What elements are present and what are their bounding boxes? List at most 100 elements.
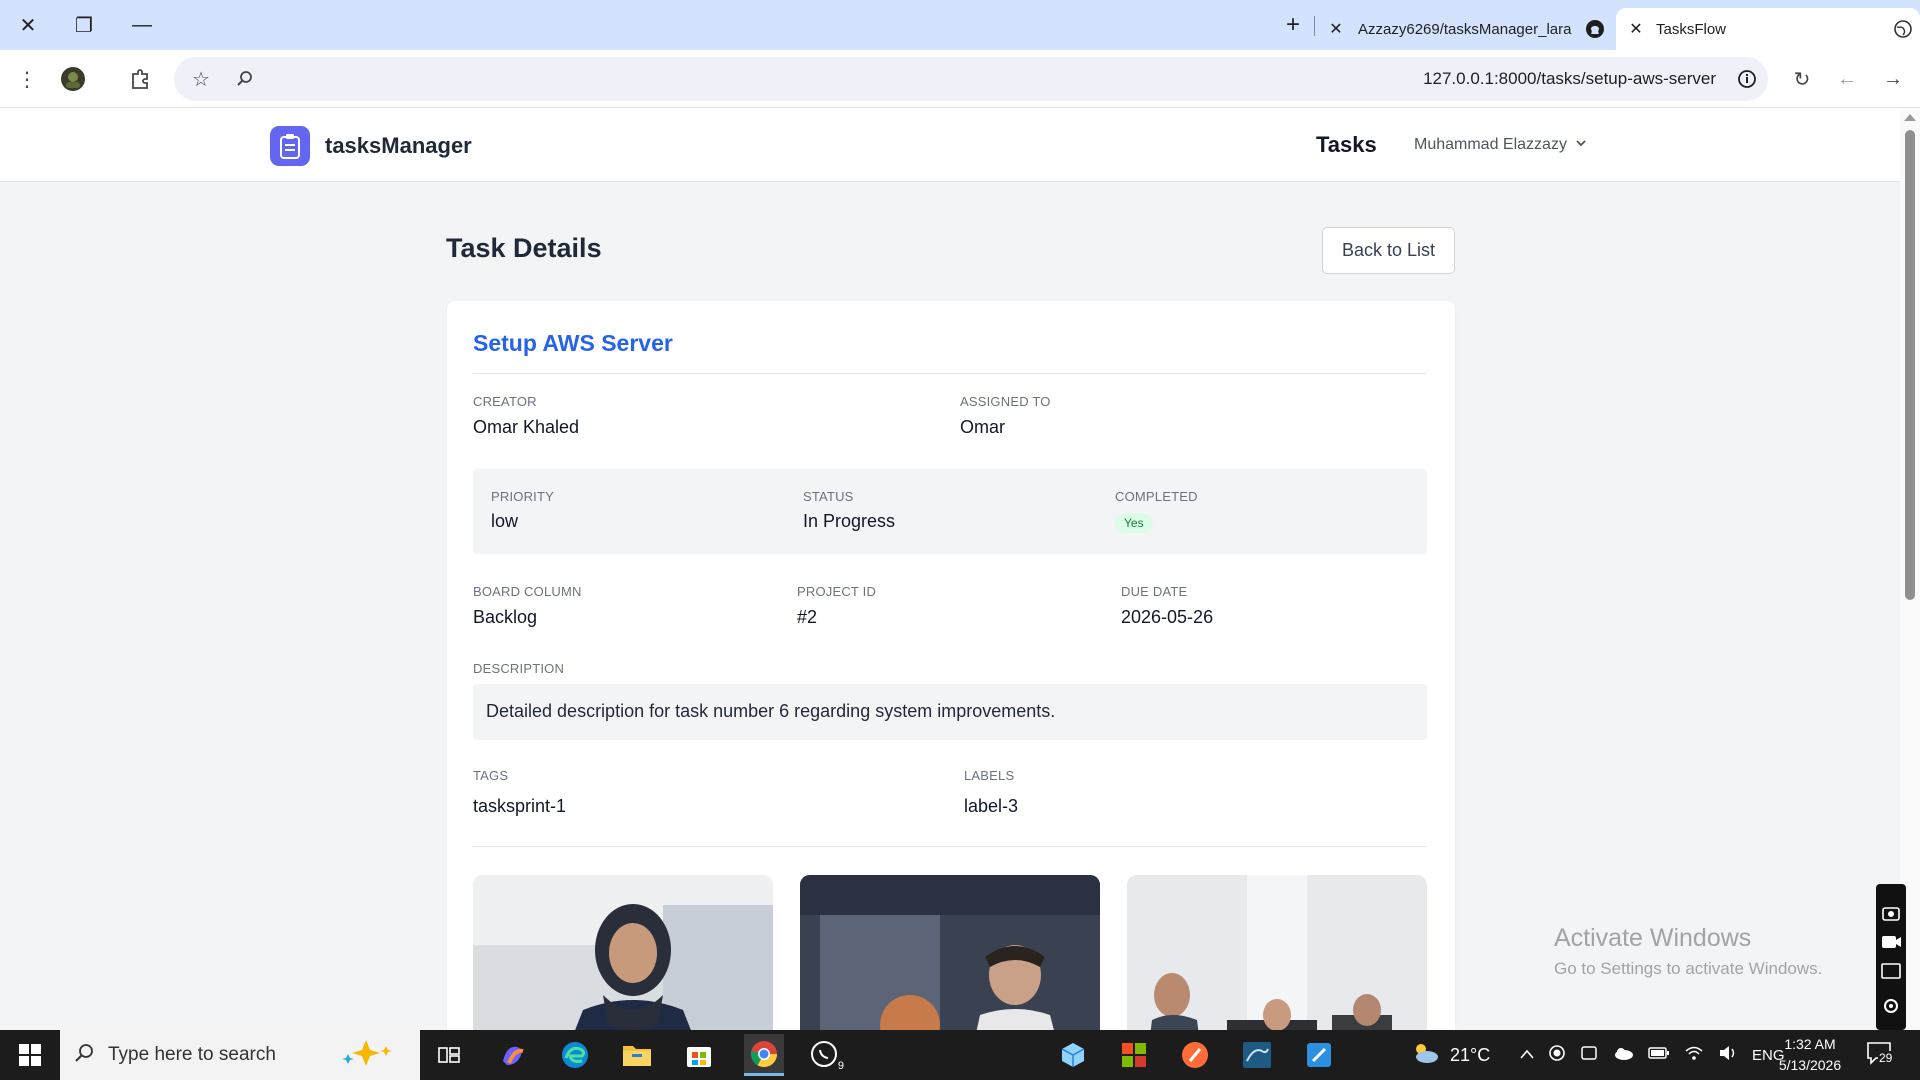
microsoft-store-icon[interactable] — [682, 1038, 716, 1072]
chevron-down-icon — [1575, 136, 1587, 154]
tab-divider — [1314, 16, 1315, 36]
task-view-icon[interactable] — [432, 1038, 466, 1072]
restore-window-icon[interactable]: ❐ — [66, 10, 102, 40]
3d-box-icon[interactable] — [1056, 1038, 1090, 1072]
menu-dots-icon[interactable]: ⋮ — [12, 64, 42, 94]
back-to-list-button[interactable]: Back to List — [1322, 227, 1455, 274]
tab-github[interactable]: ✕ Azzazy6269/tasksManager_lara — [1322, 8, 1612, 50]
watermark-title: Activate Windows — [1554, 924, 1752, 952]
copilot-app-icon[interactable] — [496, 1038, 530, 1072]
tab-title: Azzazy6269/tasksManager_lara — [1358, 20, 1572, 38]
page-title: Task Details — [446, 233, 602, 263]
status-value: In Progress — [803, 511, 896, 531]
file-explorer-icon[interactable] — [620, 1038, 654, 1072]
office-tiles-icon[interactable] — [1117, 1038, 1151, 1072]
address-bar[interactable]: ☆ 127.0.0.1:8000/tasks/setup-aws-server — [174, 57, 1768, 101]
extensions-icon[interactable] — [125, 64, 155, 94]
github-icon — [1578, 19, 1612, 39]
edge-browser-icon[interactable] — [558, 1038, 592, 1072]
reload-icon[interactable]: ↻ — [1787, 64, 1817, 94]
tab-close-icon[interactable]: ✕ — [1616, 19, 1656, 39]
user-name: Muhammad Elazzazy — [1414, 136, 1567, 153]
notification-icon: 29 — [1866, 1041, 1894, 1070]
notification-center[interactable]: 29 — [1866, 1030, 1894, 1080]
postman-icon[interactable] — [1178, 1038, 1212, 1072]
tags-value: tasksprint-1 — [473, 796, 567, 816]
battery-icon[interactable] — [1648, 1046, 1670, 1065]
completed-badge: Yes — [1115, 513, 1153, 533]
due-date-value: 2026-05-26 — [1121, 607, 1214, 627]
paint-app-icon[interactable] — [1302, 1038, 1336, 1072]
mysql-workbench-icon[interactable] — [1240, 1038, 1274, 1072]
meet-camera-icon[interactable] — [1580, 1044, 1598, 1067]
zoom-search-icon[interactable] — [230, 64, 260, 94]
minimize-window-icon[interactable]: — — [124, 10, 160, 40]
url-text: 127.0.0.1:8000/tasks/setup-aws-server — [1423, 69, 1716, 88]
status-label: STATUS — [803, 489, 854, 504]
forward-arrow-icon[interactable]: → — [1878, 64, 1908, 94]
windows-start-icon[interactable] — [0, 1030, 60, 1080]
project-id-label: PROJECT ID — [797, 584, 877, 599]
scrollbar-thumb[interactable] — [1905, 130, 1915, 600]
app-header: tasksManager Tasks Muhammad Elazzazy — [0, 108, 1900, 182]
taskbar-clock[interactable]: 1:32 AM 5/13/2026 — [1774, 1034, 1846, 1076]
weather-cloud-icon — [1410, 1041, 1440, 1070]
clock-date: 5/13/2026 — [1778, 1057, 1842, 1073]
labels-label: LABELS — [964, 768, 1015, 783]
priority-value: low — [491, 511, 519, 531]
due-date-label: DUE DATE — [1121, 584, 1188, 599]
screen-tools-panel — [1876, 884, 1906, 1030]
description-label: DESCRIPTION — [473, 661, 565, 676]
search-icon — [74, 1043, 94, 1068]
completed-label: COMPLETED — [1115, 489, 1198, 504]
record-icon[interactable] — [1548, 1044, 1566, 1067]
labels-value: label-3 — [964, 796, 1019, 816]
whatsapp-badge: 9 — [835, 1060, 846, 1072]
profile-avatar[interactable] — [58, 64, 88, 94]
system-tray: ENG — [1520, 1030, 1785, 1080]
browser-toolbar: ⋮ ☆ 127.0.0.1:8000/tasks/setup-aws-serve… — [0, 50, 1920, 108]
close-window-icon[interactable]: ✕ — [10, 10, 46, 40]
site-info-icon[interactable] — [1732, 64, 1762, 94]
globe-icon — [1886, 20, 1920, 38]
nav-tasks-link[interactable]: Tasks — [1316, 132, 1377, 158]
wifi-icon[interactable] — [1684, 1045, 1704, 1066]
new-tab-button[interactable]: + — [1276, 10, 1310, 40]
description-text: Detailed description for task number 6 r… — [486, 701, 1056, 721]
tab-close-icon[interactable]: ✕ — [1322, 19, 1350, 39]
task-detail-card: Setup AWS Server CREATOR Omar Khaled ASS… — [447, 301, 1455, 1061]
board-column-label: BOARD COLUMN — [473, 584, 582, 599]
search-placeholder: Type here to search — [108, 1044, 276, 1065]
brand-name[interactable]: tasksManager — [325, 133, 472, 159]
back-arrow-icon[interactable]: ← — [1832, 64, 1862, 94]
board-column-value: Backlog — [473, 607, 538, 627]
taskbar-search-input[interactable]: Type here to search — [60, 1030, 420, 1080]
chevron-up-icon[interactable] — [1520, 1046, 1534, 1064]
notification-count: 29 — [1878, 1050, 1894, 1065]
star-bookmark-icon[interactable]: ☆ — [186, 64, 216, 94]
assigned-label: ASSIGNED TO — [960, 394, 1051, 409]
creator-label: CREATOR — [473, 394, 537, 409]
divider — [473, 373, 1427, 374]
priority-label: PRIORITY — [491, 489, 554, 504]
weather-widget[interactable]: 21°C — [1410, 1030, 1490, 1080]
task-title: Setup AWS Server — [473, 330, 673, 356]
chrome-browser-icon[interactable] — [744, 1034, 784, 1076]
whatsapp-icon[interactable]: 9 — [808, 1038, 846, 1072]
project-id-value: #2 — [797, 607, 818, 627]
user-menu[interactable]: Muhammad Elazzazy — [1414, 136, 1587, 154]
tab-tasksflow[interactable]: ✕ TasksFlow — [1616, 8, 1920, 50]
browser-tab-bar: ✕ ❐ — + ✕ Azzazy6269/tasksManager_lara ✕… — [0, 0, 1920, 50]
scroll-up-arrow-icon[interactable] — [1904, 114, 1916, 121]
divider — [473, 846, 1427, 847]
status-panel: PRIORITY low STATUS In Progress COMPLETE… — [473, 469, 1427, 554]
volume-icon[interactable] — [1718, 1045, 1738, 1066]
windows-taskbar: Type here to search 9 21°C ENG 1:32 AM 5… — [0, 1030, 1920, 1080]
onedrive-cloud-icon[interactable] — [1612, 1045, 1634, 1066]
tags-label: TAGS — [473, 768, 509, 783]
clipboard-logo-icon[interactable] — [270, 126, 310, 166]
clock-time: 1:32 AM — [1784, 1036, 1836, 1052]
activate-windows-watermark: Activate Windows Go to Settings to activ… — [1554, 924, 1822, 979]
copilot-sparkle-icon[interactable] — [336, 1038, 396, 1073]
creator-value: Omar Khaled — [473, 417, 580, 437]
